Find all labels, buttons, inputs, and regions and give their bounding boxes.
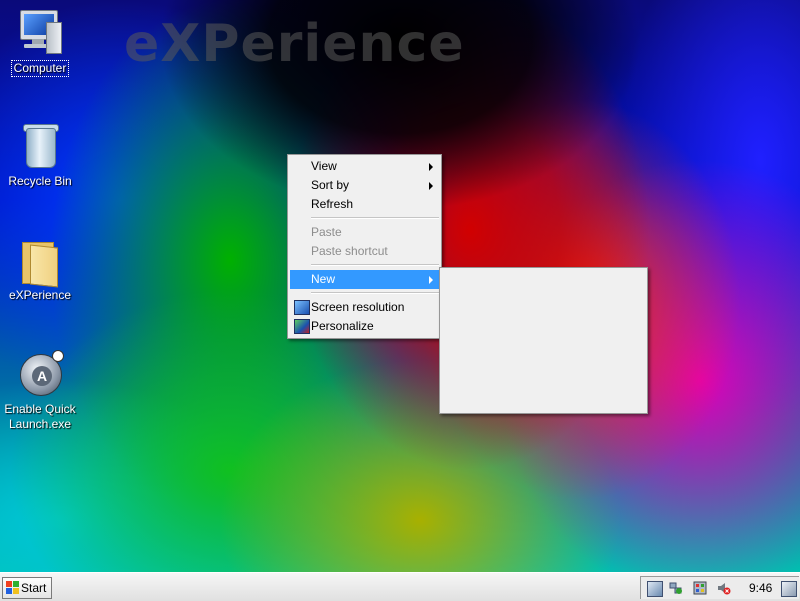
personalize-icon (294, 319, 310, 334)
system-tray: 9:46 (640, 576, 799, 599)
tray-desktop-icon[interactable] (647, 581, 663, 597)
submenu-arrow-icon (429, 163, 433, 171)
quick-launch-icon: A (16, 350, 64, 398)
menu-item-paste-shortcut[interactable]: Paste shortcut (290, 242, 439, 261)
menu-item-personalize[interactable]: Personalize (290, 317, 439, 336)
submenu-arrow-icon (429, 276, 433, 284)
desktop-icon-experience-folder[interactable]: eXPerience (0, 236, 80, 303)
tray-network-icon[interactable] (669, 581, 683, 595)
folder-icon (16, 236, 64, 288)
desktop-icon-recycle-bin[interactable]: Recycle Bin (0, 122, 80, 189)
desktop-context-menu: View Sort by Refresh Paste Paste shortcu… (287, 154, 442, 339)
wallpaper-title: eXPerience (124, 14, 465, 74)
desktop-icon-computer[interactable]: Computer (0, 8, 80, 77)
menu-item-refresh[interactable]: Refresh (290, 195, 439, 214)
menu-item-new[interactable]: New (290, 270, 439, 289)
new-submenu (439, 267, 648, 414)
menu-item-screen-resolution[interactable]: Screen resolution (290, 298, 439, 317)
menu-separator (311, 217, 439, 219)
submenu-arrow-icon (429, 182, 433, 190)
desktop-icon-label: Computer (10, 60, 70, 77)
computer-icon (16, 8, 64, 56)
menu-item-view[interactable]: View (290, 157, 439, 176)
start-label: Start (21, 581, 47, 595)
desktop-icon-label: Recycle Bin (8, 174, 72, 188)
desktop-icon-label: eXPerience (8, 288, 72, 302)
start-button[interactable]: Start (2, 577, 52, 599)
menu-separator (311, 292, 439, 294)
tray-volume-icon[interactable] (717, 581, 731, 595)
desktop-icon-label: Enable Quick Launch.exe (4, 402, 76, 431)
screen-resolution-icon (294, 300, 310, 315)
windows-flag-icon (6, 581, 19, 594)
menu-item-sort-by[interactable]: Sort by (290, 176, 439, 195)
clock[interactable]: 9:46 (749, 577, 772, 599)
show-desktop-icon[interactable] (781, 581, 797, 597)
desktop-icon-enable-quick-launch[interactable]: A Enable Quick Launch.exe (0, 350, 80, 432)
recycle-bin-icon (16, 122, 64, 170)
menu-item-paste[interactable]: Paste (290, 223, 439, 242)
tray-security-icon[interactable] (693, 581, 707, 595)
taskbar: Start 9:46 (0, 572, 800, 601)
menu-separator (311, 264, 439, 266)
